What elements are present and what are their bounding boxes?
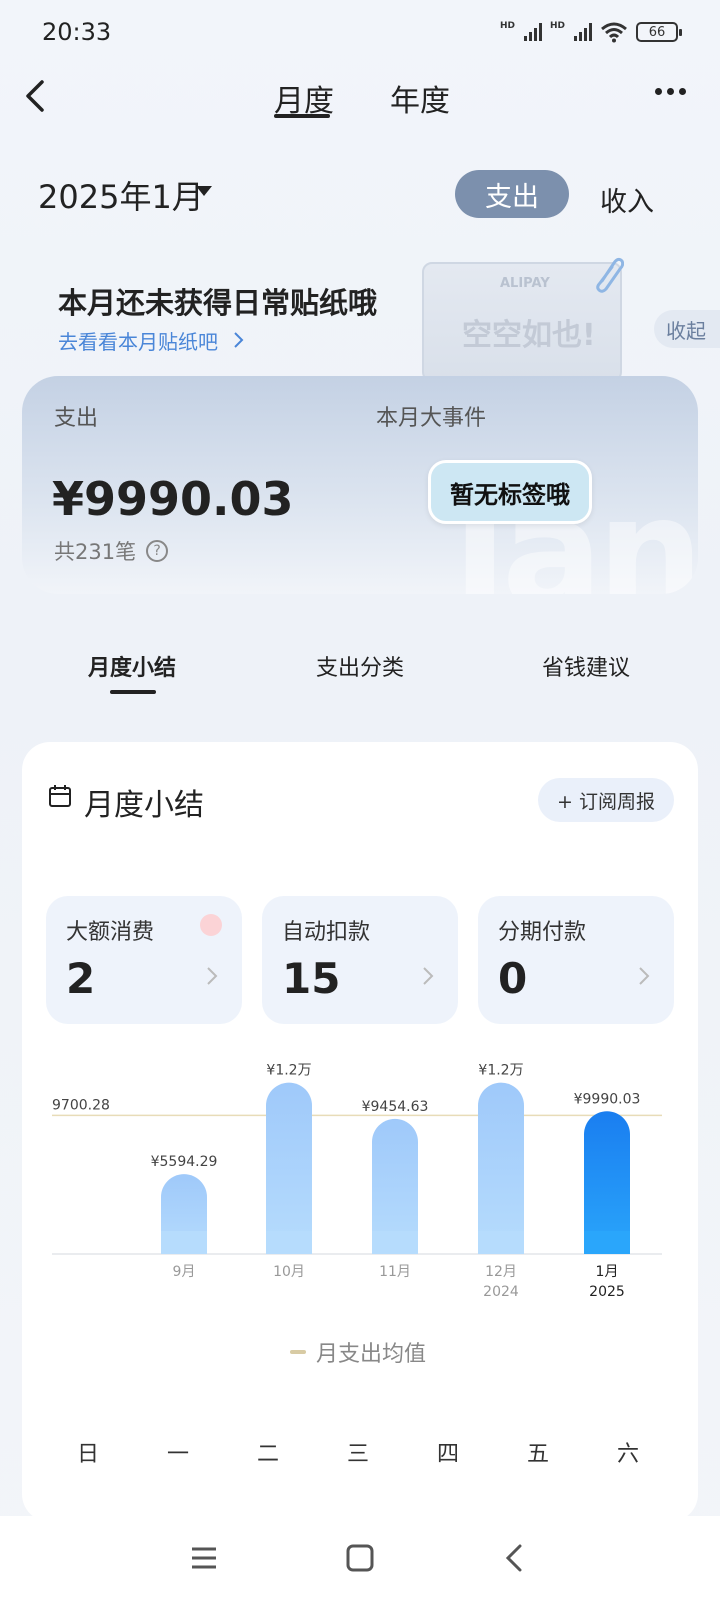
stat-installment[interactable]: 分期付款 0 [478, 896, 674, 1024]
chart-bar-base [584, 1231, 630, 1254]
home-icon[interactable] [342, 1540, 378, 1576]
chart-category-label: 1月 [596, 1264, 619, 1280]
legend-label: 月支出均值 [316, 1342, 427, 1367]
legend-swatch [290, 1350, 306, 1354]
chart-bar [266, 1082, 312, 1254]
monthly-summary-card: 月度小结 + 订阅周报 大额消费 2 自动扣款 15 分期付款 0 9700.2… [22, 742, 698, 1522]
system-nav-bar [0, 1516, 720, 1600]
stat-value: 15 [282, 954, 341, 1003]
wifi-icon [601, 22, 627, 43]
summary-amount: ¥9990.03 [52, 472, 294, 526]
sticker-book-image: ALIPAY 空空如也! [422, 262, 622, 382]
event-label: 本月大事件 [376, 406, 487, 431]
chevron-right-icon [423, 967, 434, 985]
calendar-icon [49, 785, 71, 807]
signal-icon-2 [574, 23, 592, 41]
stat-value: 2 [66, 954, 96, 1003]
sub-tabs: 月度小结 支出分类 省钱建议 [0, 650, 720, 710]
summary-count: 共231笔 ? [54, 536, 169, 566]
weekday-label: 二 [256, 1442, 279, 1467]
summary-count-text: 共231笔 [54, 540, 137, 564]
month-picker[interactable]: 2025年1月 [38, 172, 204, 218]
chart-value-label: ¥9454.63 [362, 1099, 429, 1115]
stat-label: 分期付款 [498, 920, 587, 945]
help-icon[interactable]: ? [146, 540, 169, 562]
hd-label-2: HD [549, 21, 565, 31]
average-value-label: 9700.28 [52, 1097, 110, 1113]
chart-bar-base [161, 1231, 207, 1254]
sticker-title: 本月还未获得日常贴纸哦 [58, 286, 378, 320]
chart-category-label: 10月 [273, 1264, 305, 1280]
chart-category-label: 12月 [485, 1264, 517, 1280]
chart-value-label: ¥9990.03 [574, 1091, 641, 1107]
top-nav: 月度 年度 [0, 64, 720, 130]
weekday-header: 日 一 二 三 四 五 六 [22, 1436, 698, 1467]
chart-year-label: 2025 [589, 1284, 625, 1300]
stat-label: 自动扣款 [282, 920, 371, 945]
more-icon[interactable] [655, 88, 686, 95]
book-brand: ALIPAY [500, 276, 550, 291]
stat-value: 0 [498, 954, 528, 1003]
status-time: 20:33 [42, 18, 112, 46]
notification-dot-icon [200, 914, 222, 936]
chevron-right-icon [207, 967, 218, 985]
tab-monthly-summary[interactable]: 月度小结 [88, 650, 176, 682]
signal-icon [523, 23, 542, 41]
back-icon[interactable] [22, 78, 52, 114]
summary-card: Jan 支出 本月大事件 ¥9990.03 共231笔 ? 暂无标签哦 [22, 376, 698, 594]
battery-icon: 66 [636, 22, 682, 42]
tab-underline [274, 114, 330, 118]
chart-value-label: ¥1.2万 [478, 1063, 523, 1079]
chart-value-label: ¥1.2万 [266, 1063, 311, 1079]
sticker-link[interactable]: 去看看本月贴纸吧 [58, 326, 246, 355]
stat-large-spending[interactable]: 大额消费 2 [46, 896, 242, 1024]
menu-icon[interactable] [186, 1540, 222, 1576]
book-empty-text: 空空如也! [462, 318, 596, 353]
subscribe-weekly-button[interactable]: + 订阅周报 [538, 778, 674, 822]
chart-bar-base [266, 1231, 312, 1254]
chart-bar-base [372, 1231, 418, 1254]
hd-label: HD [499, 21, 515, 31]
tab-year[interactable]: 年度 [390, 76, 450, 120]
chevron-right-icon [234, 332, 244, 348]
chart-value-label: ¥5594.29 [151, 1154, 218, 1170]
stat-label: 大额消费 [66, 920, 155, 945]
section-title: 月度小结 [84, 788, 204, 823]
sub-tab-underline [110, 690, 156, 694]
weekday-label: 五 [526, 1442, 549, 1467]
no-tag-badge[interactable]: 暂无标签哦 [428, 460, 592, 524]
tab-saving-tips[interactable]: 省钱建议 [542, 650, 630, 682]
weekday-label: 四 [436, 1442, 459, 1467]
chart-category-label: 11月 [379, 1264, 411, 1280]
expense-toggle[interactable]: 支出 [455, 170, 569, 218]
stat-auto-debit[interactable]: 自动扣款 15 [262, 896, 458, 1024]
tab-expense-category[interactable]: 支出分类 [316, 650, 404, 682]
month-selector-row: 2025年1月 支出 收入 [0, 160, 720, 230]
status-bar: 20:33 HD HD 66 [0, 0, 720, 64]
income-toggle[interactable]: 收入 [600, 180, 654, 219]
weekday-label: 日 [76, 1442, 99, 1467]
caret-down-icon[interactable] [196, 186, 212, 196]
weekday-label: 三 [346, 1442, 369, 1467]
collapse-button[interactable]: 收起 [654, 310, 720, 348]
weekday-label: 六 [616, 1442, 639, 1467]
chart-bar [478, 1082, 524, 1254]
chart-bar-base [478, 1231, 524, 1254]
status-icons: HD HD 66 [499, 21, 682, 43]
summary-label: 支出 [54, 406, 99, 431]
sticker-link-text[interactable]: 去看看本月贴纸吧 [58, 330, 218, 354]
monthly-spending-chart: 9700.28 ¥5594.29 9月 ¥1.2万 10月 ¥9454.63 11月 ¥1.2… [52, 1063, 662, 1300]
paperclip-icon [596, 257, 624, 293]
battery-level: 66 [648, 24, 666, 40]
chart-year-label: 2024 [483, 1284, 519, 1300]
back-nav-icon[interactable] [498, 1540, 534, 1576]
weekday-label: 一 [166, 1442, 189, 1467]
chart-legend: 月支出均值 [290, 1336, 426, 1368]
chart-category-label: 9月 [173, 1264, 196, 1280]
chevron-right-icon [639, 967, 650, 985]
